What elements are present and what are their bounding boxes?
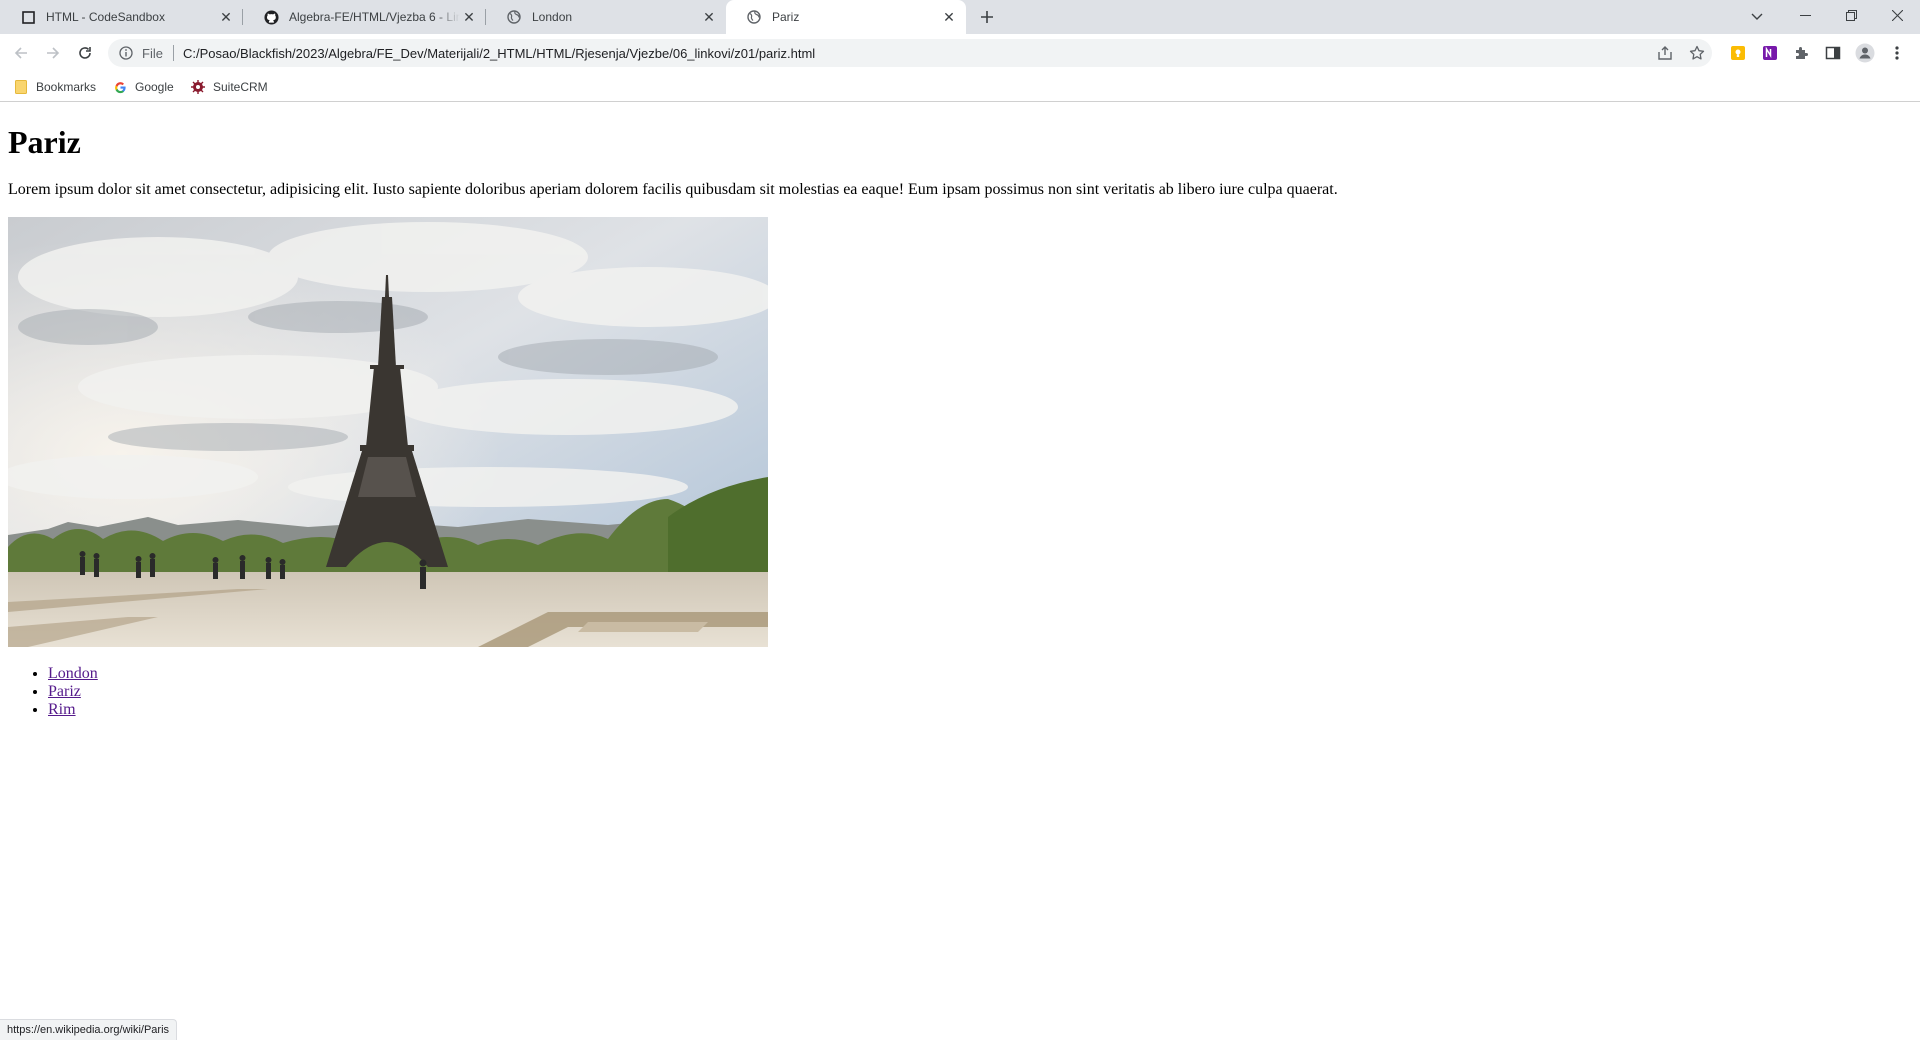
link-rim[interactable]: Rim bbox=[48, 701, 76, 718]
bookmark-label: Bookmarks bbox=[36, 80, 97, 94]
tab-codesandbox[interactable]: HTML - CodeSandbox ✕ bbox=[0, 0, 243, 34]
new-tab-button[interactable] bbox=[975, 5, 999, 29]
back-button[interactable] bbox=[7, 39, 35, 67]
close-tab-icon[interactable]: ✕ bbox=[700, 8, 718, 26]
onenote-icon bbox=[1763, 46, 1777, 60]
address-bar[interactable]: File C:/Posao/Blackfish/2023/Algebra/FE_… bbox=[108, 39, 1712, 67]
minimize-button[interactable] bbox=[1782, 0, 1828, 30]
intro-paragraph: Lorem ipsum dolor sit amet consectetur, … bbox=[8, 181, 1338, 198]
menu-button[interactable] bbox=[1886, 42, 1908, 64]
close-tab-icon[interactable]: ✕ bbox=[940, 8, 958, 26]
profile-button[interactable] bbox=[1854, 42, 1876, 64]
browser-toolbar: File C:/Posao/Blackfish/2023/Algebra/FE_… bbox=[0, 34, 1920, 72]
avatar-icon bbox=[1855, 43, 1875, 63]
google-icon bbox=[113, 80, 127, 94]
extensions-button[interactable] bbox=[1790, 42, 1812, 64]
eiffel-tower-photo bbox=[8, 217, 768, 647]
share-button[interactable] bbox=[1651, 39, 1679, 67]
list-item: Rim bbox=[48, 701, 98, 719]
url-text[interactable]: C:/Posao/Blackfish/2023/Algebra/FE_Dev/M… bbox=[183, 46, 815, 61]
bookmark-google[interactable]: Google bbox=[113, 76, 174, 98]
bookmark-bookmarks-folder[interactable]: Bookmarks bbox=[14, 76, 96, 98]
bookmarks-bar: Bookmarks Google SuiteCRM bbox=[0, 72, 1920, 102]
status-bar-url: https://en.wikipedia.org/wiki/Paris bbox=[0, 1019, 178, 1040]
puzzle-icon bbox=[1796, 47, 1808, 59]
list-item: London bbox=[48, 665, 98, 683]
reload-button[interactable] bbox=[71, 39, 99, 67]
address-separator bbox=[172, 45, 174, 61]
close-window-button[interactable] bbox=[1874, 0, 1920, 30]
page-title: Pariz bbox=[8, 124, 81, 160]
close-icon bbox=[1891, 9, 1903, 21]
star-icon bbox=[1689, 45, 1705, 60]
arrow-right-icon bbox=[47, 47, 60, 59]
link-london[interactable]: London bbox=[48, 665, 98, 682]
tab-title: HTML - CodeSandbox bbox=[46, 10, 165, 24]
tab-title: Pariz bbox=[772, 10, 800, 24]
close-tab-icon[interactable]: ✕ bbox=[460, 8, 478, 26]
onenote-extension-button[interactable] bbox=[1759, 42, 1781, 64]
reload-icon bbox=[79, 47, 91, 59]
folder-icon bbox=[14, 80, 28, 94]
github-icon bbox=[263, 9, 279, 25]
minimize-icon bbox=[1799, 14, 1811, 16]
tab-strip: HTML - CodeSandbox ✕ Algebra-FE/HTML/Vje… bbox=[0, 0, 1920, 34]
suitecrm-icon bbox=[191, 80, 205, 94]
keep-extension-button[interactable] bbox=[1727, 42, 1749, 64]
arrow-left-icon bbox=[14, 47, 27, 59]
kebab-menu-icon bbox=[1895, 46, 1899, 60]
tab-search-button[interactable] bbox=[1745, 5, 1769, 29]
city-links-list: London Pariz Rim bbox=[8, 665, 98, 719]
side-panel-button[interactable] bbox=[1822, 42, 1844, 64]
tab-pariz[interactable]: Pariz ✕ bbox=[726, 0, 966, 34]
bookmark-label: Google bbox=[135, 80, 174, 94]
side-panel-icon bbox=[1825, 46, 1841, 60]
globe-icon bbox=[746, 9, 762, 25]
chevron-down-icon bbox=[1751, 13, 1763, 20]
keep-icon bbox=[1731, 46, 1745, 60]
link-pariz[interactable]: Pariz bbox=[48, 683, 81, 700]
bookmark-star-button[interactable] bbox=[1683, 39, 1711, 67]
restore-icon bbox=[1845, 9, 1857, 21]
close-tab-icon[interactable]: ✕ bbox=[217, 8, 235, 26]
restore-button[interactable] bbox=[1828, 0, 1874, 30]
tab-github[interactable]: Algebra-FE/HTML/Vjezba 6 - Linkovi ✕ bbox=[243, 0, 486, 34]
globe-icon bbox=[506, 9, 522, 25]
info-icon[interactable] bbox=[118, 45, 134, 61]
bookmark-label: SuiteCRM bbox=[213, 80, 268, 94]
codesandbox-icon bbox=[20, 9, 36, 25]
share-icon bbox=[1658, 46, 1672, 60]
tab-title: Algebra-FE/HTML/Vjezba 6 - Linkovi bbox=[289, 10, 460, 24]
url-scheme: File bbox=[142, 45, 163, 61]
list-item: Pariz bbox=[48, 683, 98, 701]
bookmark-suitecrm[interactable]: SuiteCRM bbox=[191, 76, 268, 98]
forward-button[interactable] bbox=[39, 39, 67, 67]
tab-london[interactable]: London ✕ bbox=[486, 0, 726, 34]
page-content: Pariz Lorem ipsum dolor sit amet consect… bbox=[0, 103, 1920, 1014]
tab-title: London bbox=[532, 10, 573, 24]
